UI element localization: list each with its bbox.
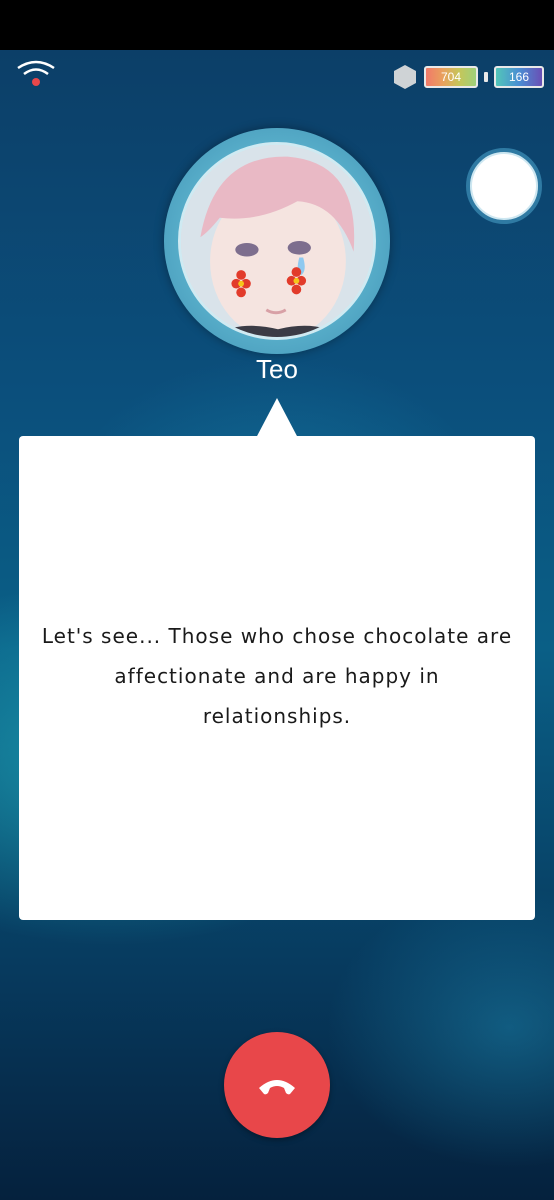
battery-counter[interactable]: 166 — [494, 66, 544, 88]
side-circle-button[interactable] — [466, 148, 542, 224]
caller-name: Teo — [256, 354, 298, 384]
hud: 704 166 — [392, 64, 544, 90]
hourglass-counter[interactable]: 704 — [424, 66, 478, 88]
counter-separator — [484, 72, 488, 82]
phone-hangup-icon — [259, 1080, 295, 1095]
battery-count: 166 — [508, 70, 530, 84]
hangup-button[interactable] — [224, 1032, 330, 1138]
wifi-icon — [17, 60, 55, 86]
status-bar — [0, 0, 554, 50]
message-bubble[interactable]: Let's see... Those who chose chocolate a… — [19, 436, 535, 920]
hexagon-icon[interactable] — [392, 64, 418, 90]
call-screen: 704 166 Teo Let's see... Those who chose… — [0, 50, 554, 1200]
hourglass-count: 704 — [440, 70, 462, 84]
message-text: Let's see... Those who chose chocolate a… — [41, 624, 513, 728]
caller-avatar — [178, 142, 376, 340]
avatar-illustration — [181, 145, 373, 337]
bubble-tail — [256, 398, 298, 438]
